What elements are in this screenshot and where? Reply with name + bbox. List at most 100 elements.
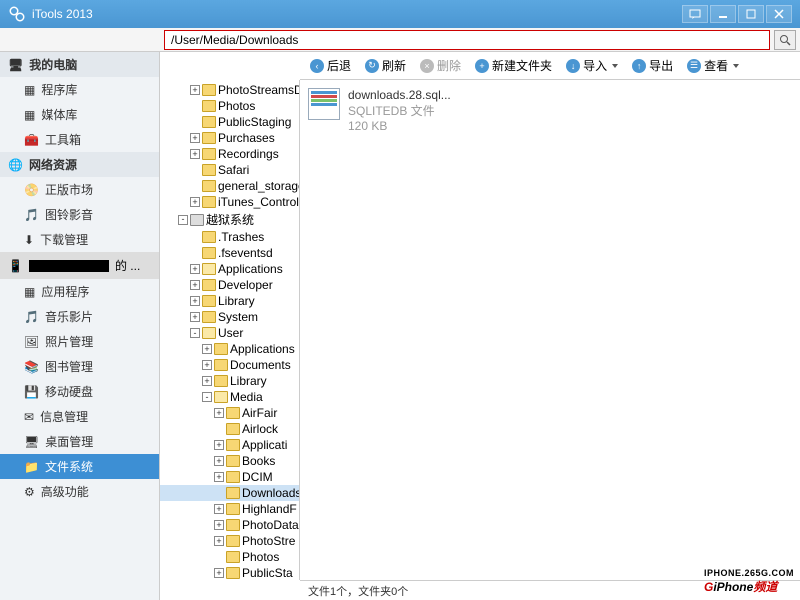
tree-node[interactable]: PublicStaging xyxy=(160,114,299,130)
tree-node-label: Library xyxy=(230,374,267,388)
tree-node-label: Safari xyxy=(218,163,249,177)
tree-node[interactable]: +Library xyxy=(160,293,299,309)
file-type: SQLITEDB 文件 xyxy=(348,104,451,120)
tree-node[interactable]: +Applicati xyxy=(160,437,299,453)
sidebar-item[interactable]: 📁文件系统 xyxy=(0,454,159,479)
sidebar-item[interactable]: 💾移动硬盘 xyxy=(0,379,159,404)
sidebar-item[interactable]: 🎵音乐影片 xyxy=(0,304,159,329)
tree-node[interactable]: +Applications xyxy=(160,341,299,357)
expand-icon[interactable]: + xyxy=(202,344,212,354)
tree-node[interactable]: +Recordings xyxy=(160,146,299,162)
sidebar-item-label: 信息管理 xyxy=(40,408,88,425)
sidebar-item[interactable]: ▦程序库 xyxy=(0,77,159,102)
tree-node[interactable]: .fseventsd xyxy=(160,245,299,261)
folder-tree[interactable]: +PhotoStreamsDataPhotosPublicStaging+Pur… xyxy=(160,80,300,580)
expand-icon[interactable]: + xyxy=(190,133,200,143)
tree-node[interactable]: +PhotoStreamsData xyxy=(160,82,299,98)
folder-icon xyxy=(202,247,216,259)
sidebar-item[interactable]: 📚图书管理 xyxy=(0,354,159,379)
expand-icon[interactable]: + xyxy=(214,456,224,466)
tree-node[interactable]: +System xyxy=(160,309,299,325)
tree-node[interactable]: +PhotoData xyxy=(160,517,299,533)
sidebar-item[interactable]: ▦媒体库 xyxy=(0,102,159,127)
sidebar-item[interactable]: ✉信息管理 xyxy=(0,404,159,429)
tree-node[interactable]: +PublicSta xyxy=(160,565,299,580)
expand-icon[interactable]: + xyxy=(190,280,200,290)
newfolder-button[interactable]: +新建文件夹 xyxy=(469,55,558,76)
import-button[interactable]: ↓导入 xyxy=(560,55,624,76)
feedback-button[interactable] xyxy=(682,5,708,23)
file-list[interactable]: downloads.28.sql... SQLITEDB 文件 120 KB xyxy=(300,80,800,580)
sidebar-item[interactable]: 🎵图铃影音 xyxy=(0,202,159,227)
expand-icon[interactable]: + xyxy=(214,440,224,450)
back-button[interactable]: ‹后退 xyxy=(304,55,357,76)
expand-icon[interactable]: + xyxy=(214,568,224,578)
expand-icon[interactable]: + xyxy=(190,85,200,95)
tree-node[interactable]: +Developer xyxy=(160,277,299,293)
path-input[interactable] xyxy=(164,30,770,50)
folder-icon xyxy=(226,519,240,531)
tree-node[interactable]: general_storage xyxy=(160,178,299,194)
sidebar-group-network[interactable]: 🌐网络资源 xyxy=(0,152,159,177)
sidebar-item[interactable]: 🖥桌面管理 xyxy=(0,429,159,454)
tree-node-label: DCIM xyxy=(242,470,273,484)
tree-node[interactable]: Photos xyxy=(160,98,299,114)
maximize-button[interactable] xyxy=(738,5,764,23)
tree-node[interactable]: +HighlandF xyxy=(160,501,299,517)
expand-icon[interactable]: + xyxy=(190,296,200,306)
tree-node[interactable]: Airlock xyxy=(160,421,299,437)
expand-icon[interactable]: + xyxy=(214,504,224,514)
tree-node[interactable]: -Media xyxy=(160,389,299,405)
export-button[interactable]: ↑导出 xyxy=(626,55,679,76)
tree-node[interactable]: +AirFair xyxy=(160,405,299,421)
delete-icon: × xyxy=(420,59,434,73)
sidebar-item[interactable]: 🧰工具箱 xyxy=(0,127,159,152)
tree-node[interactable]: +Documents xyxy=(160,357,299,373)
sidebar-group-computer[interactable]: 🖥我的电脑 xyxy=(0,52,159,77)
tree-node[interactable]: +iTunes_Control xyxy=(160,194,299,210)
expand-icon[interactable]: + xyxy=(190,264,200,274)
expand-icon[interactable]: + xyxy=(190,149,200,159)
app-title: iTools 2013 xyxy=(32,7,680,21)
expand-icon[interactable]: + xyxy=(190,197,200,207)
tree-node[interactable]: -User xyxy=(160,325,299,341)
tree-node[interactable]: .Trashes xyxy=(160,229,299,245)
sidebar-item[interactable]: ⬇下载管理 xyxy=(0,227,159,252)
tree-node[interactable]: Safari xyxy=(160,162,299,178)
delete-button[interactable]: ×删除 xyxy=(414,55,467,76)
sidebar-item-icon: 🖥 xyxy=(24,435,39,449)
expand-icon[interactable]: + xyxy=(214,536,224,546)
expand-icon[interactable]: - xyxy=(202,392,212,402)
expand-icon[interactable]: - xyxy=(190,328,200,338)
expand-icon[interactable]: - xyxy=(178,215,188,225)
sidebar-item[interactable]: 🖼照片管理 xyxy=(0,329,159,354)
refresh-button[interactable]: ↻刷新 xyxy=(359,55,412,76)
tree-node[interactable]: +PhotoStre xyxy=(160,533,299,549)
tree-node[interactable]: +Purchases xyxy=(160,130,299,146)
sidebar-item[interactable]: 📀正版市场 xyxy=(0,177,159,202)
sidebar-item-icon: 🎵 xyxy=(24,208,39,222)
sidebar-device[interactable]: 📱的 ... xyxy=(0,252,159,279)
tree-node[interactable]: -越狱系统 xyxy=(160,210,299,229)
minimize-button[interactable] xyxy=(710,5,736,23)
tree-node[interactable]: + Library xyxy=(160,373,299,389)
expand-icon[interactable]: + xyxy=(214,520,224,530)
sidebar-item[interactable]: ⚙高级功能 xyxy=(0,479,159,504)
folder-icon xyxy=(202,263,216,275)
tree-node[interactable]: Downloads xyxy=(160,485,299,501)
file-item[interactable]: downloads.28.sql... SQLITEDB 文件 120 KB xyxy=(308,88,508,135)
tree-node[interactable]: Photos xyxy=(160,549,299,565)
search-button[interactable] xyxy=(774,30,796,50)
close-button[interactable] xyxy=(766,5,792,23)
expand-icon[interactable]: + xyxy=(214,408,224,418)
tree-node[interactable]: +Applications xyxy=(160,261,299,277)
view-button[interactable]: ☰查看 xyxy=(681,55,745,76)
sidebar-item-icon: ▦ xyxy=(24,108,35,122)
expand-icon[interactable]: + xyxy=(190,312,200,322)
tree-node[interactable]: +Books xyxy=(160,453,299,469)
expand-icon[interactable]: + xyxy=(202,376,212,386)
expand-icon[interactable]: + xyxy=(202,360,212,370)
expand-icon[interactable]: + xyxy=(214,472,224,482)
sidebar-item[interactable]: ▦应用程序 xyxy=(0,279,159,304)
tree-node[interactable]: + DCIM xyxy=(160,469,299,485)
